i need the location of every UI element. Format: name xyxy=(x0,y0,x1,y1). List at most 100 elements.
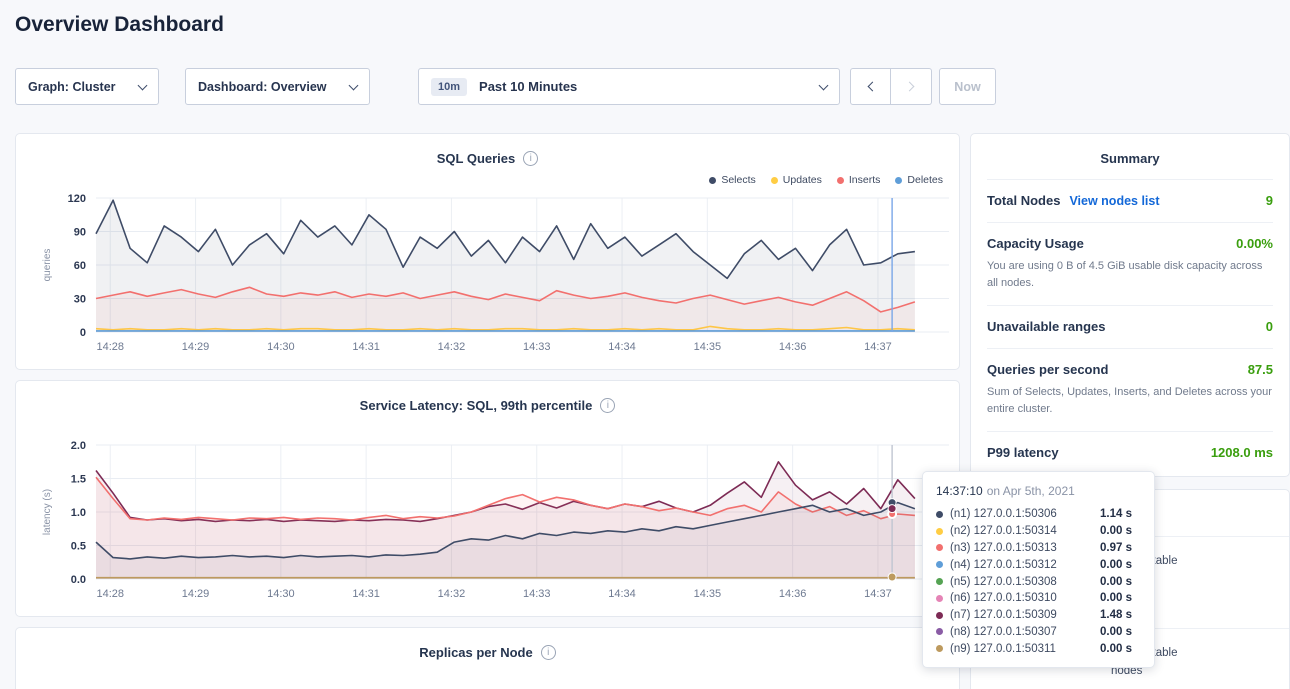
svg-text:14:37: 14:37 xyxy=(864,588,892,600)
svg-text:14:28: 14:28 xyxy=(96,341,124,353)
svg-text:30: 30 xyxy=(74,294,86,306)
sql-queries-header: SQL Queries i Selects Updates Inserts Delet… xyxy=(16,134,959,190)
info-icon[interactable]: i xyxy=(541,645,556,660)
dashboard-dropdown-label: Dashboard: Overview xyxy=(198,80,327,94)
tooltip-node-label: (n5) 127.0.0.1:50308 xyxy=(950,576,1057,588)
svg-text:0: 0 xyxy=(80,327,86,339)
chart-title: SQL Queries xyxy=(437,151,516,166)
svg-text:0.5: 0.5 xyxy=(71,541,86,553)
svg-text:14:36: 14:36 xyxy=(779,588,807,600)
node-color-dot-icon xyxy=(936,528,943,535)
summary-rows: Total Nodes View nodes list 9 Capacity Usag… xyxy=(987,179,1273,474)
svg-text:14:34: 14:34 xyxy=(608,588,636,600)
tooltip-time: 14:37:10 xyxy=(936,484,983,498)
svg-text:14:33: 14:33 xyxy=(523,588,551,600)
summary-row: Capacity Usage 0.00% You are using 0 B of … xyxy=(987,222,1273,305)
tooltip-node-label: (n8) 127.0.0.1:50307 xyxy=(950,626,1057,638)
time-range-label: Past 10 Minutes xyxy=(479,79,577,94)
dashboard-dropdown[interactable]: Dashboard: Overview xyxy=(185,68,370,105)
time-forward-button[interactable] xyxy=(891,68,932,105)
svg-text:14:33: 14:33 xyxy=(523,341,551,353)
node-color-dot-icon xyxy=(936,645,943,652)
tooltip-row: (n5) 127.0.0.1:50308 0.00 s xyxy=(936,573,1132,590)
tooltip-node-value: 0.00 s xyxy=(1100,576,1132,588)
chevron-left-icon xyxy=(867,82,877,92)
summary-value: 0 xyxy=(1266,319,1273,334)
chart-title: Replicas per Node xyxy=(419,645,532,660)
svg-text:14:36: 14:36 xyxy=(779,341,807,353)
summary-label: Total Nodes xyxy=(987,193,1060,208)
tooltip-node-value: 1.14 s xyxy=(1100,508,1132,520)
tooltip-row: (n9) 127.0.0.1:503110.00 s xyxy=(936,640,1132,657)
legend-item-inserts[interactable]: Inserts xyxy=(837,174,881,186)
svg-text:latency (s): latency (s) xyxy=(42,489,53,535)
svg-text:14:30: 14:30 xyxy=(267,588,295,600)
summary-panel: Summary Total NodesView nodes list9Capac… xyxy=(970,133,1290,477)
svg-text:14:35: 14:35 xyxy=(694,588,722,600)
tooltip-node-value: 0.97 s xyxy=(1100,542,1132,554)
page-title: Overview Dashboard xyxy=(15,13,224,37)
time-back-button[interactable] xyxy=(850,68,891,105)
node-color-dot-icon xyxy=(936,612,943,619)
summary-value: 0.00% xyxy=(1236,236,1273,251)
graph-dropdown[interactable]: Graph: Cluster xyxy=(15,68,159,105)
svg-text:14:30: 14:30 xyxy=(267,341,295,353)
summary-label: Capacity Usage xyxy=(987,236,1084,251)
svg-text:14:37: 14:37 xyxy=(864,341,892,353)
svg-text:14:32: 14:32 xyxy=(438,588,466,600)
service-latency-chart[interactable]: 14:2814:2914:3014:3114:3214:3314:3414:35… xyxy=(16,437,959,605)
node-color-dot-icon xyxy=(936,595,943,602)
info-icon[interactable]: i xyxy=(523,151,538,166)
tooltip-node-value: 0.00 s xyxy=(1100,525,1132,537)
tooltip-node-label: (n2) 127.0.0.1:50314 xyxy=(950,525,1057,537)
svg-text:14:32: 14:32 xyxy=(438,341,466,353)
summary-subtext: You are using 0 B of 4.5 GiB usable disk… xyxy=(987,258,1273,291)
time-range-selector[interactable]: 10m Past 10 Minutes xyxy=(418,68,840,105)
tooltip-node-label: (n6) 127.0.0.1:50310 xyxy=(950,592,1057,604)
chevron-right-icon xyxy=(905,82,915,92)
tooltip-row: (n7) 127.0.0.1:50309 1.48 s xyxy=(936,607,1132,624)
time-nav-group xyxy=(850,68,932,105)
svg-text:14:31: 14:31 xyxy=(352,588,380,600)
legend-item-updates[interactable]: Updates xyxy=(771,174,822,186)
tooltip-node-value: 1.48 s xyxy=(1100,609,1132,621)
tooltip-node-label: (n7) 127.0.0.1:50309 xyxy=(950,609,1057,621)
tooltip-node-value: 0.00 s xyxy=(1100,626,1132,638)
graph-dropdown-label: Graph: Cluster xyxy=(28,80,116,94)
legend-item-selects[interactable]: Selects xyxy=(709,174,755,186)
tooltip-row: (n1) 127.0.0.1:503061.14 s xyxy=(936,506,1132,523)
legend-item-deletes[interactable]: Deletes xyxy=(895,174,943,186)
summary-value: 1208.0 ms xyxy=(1211,445,1273,460)
node-color-dot-icon xyxy=(936,628,943,635)
legend-dot-icon xyxy=(895,177,902,184)
chevron-down-icon xyxy=(138,80,148,90)
summary-row: Queries per second87.5Sum of Selects, Up… xyxy=(987,348,1273,431)
summary-row: Total Nodes View nodes list 9 xyxy=(987,179,1273,222)
tooltip-row: (n2) 127.0.0.1:50314 0.00 s xyxy=(936,523,1132,540)
svg-text:1.0: 1.0 xyxy=(71,507,86,519)
svg-text:14:29: 14:29 xyxy=(182,341,210,353)
summary-value: 87.5 xyxy=(1248,362,1273,377)
legend-label: Selects xyxy=(721,174,755,186)
service-latency-panel: Service Latency: SQL, 99th percentile i … xyxy=(15,380,960,617)
legend-dot-icon xyxy=(709,177,716,184)
summary-value: 9 xyxy=(1266,193,1273,208)
sql-queries-panel: SQL Queries i Selects Updates Inserts Delet… xyxy=(15,133,960,370)
overview-dashboard-page: Overview Dashboard Graph: Cluster Dashbo… xyxy=(0,0,1290,689)
view-nodes-list-link[interactable]: View nodes list xyxy=(1069,194,1159,208)
charts-column: SQL Queries i Selects Updates Inserts Delet… xyxy=(15,133,960,689)
svg-text:14:34: 14:34 xyxy=(608,341,636,353)
chart-title: Service Latency: SQL, 99th percentile xyxy=(360,398,593,413)
svg-text:1.5: 1.5 xyxy=(71,474,86,486)
legend-dot-icon xyxy=(771,177,778,184)
info-icon[interactable]: i xyxy=(600,398,615,413)
sql-queries-chart[interactable]: 14:2814:2914:3014:3114:3214:3314:3414:35… xyxy=(16,190,959,358)
legend-label: Deletes xyxy=(907,174,943,186)
legend-label: Inserts xyxy=(849,174,881,186)
tooltip-row: (n3) 127.0.0.1:503130.97 s xyxy=(936,540,1132,557)
tooltip-header: 14:37:10on Apr 5th, 2021 xyxy=(936,482,1132,506)
chevron-down-icon xyxy=(349,80,359,90)
now-button[interactable]: Now xyxy=(939,68,996,105)
service-latency-header: Service Latency: SQL, 99th percentile i xyxy=(16,381,959,437)
legend-label: Updates xyxy=(783,174,822,186)
